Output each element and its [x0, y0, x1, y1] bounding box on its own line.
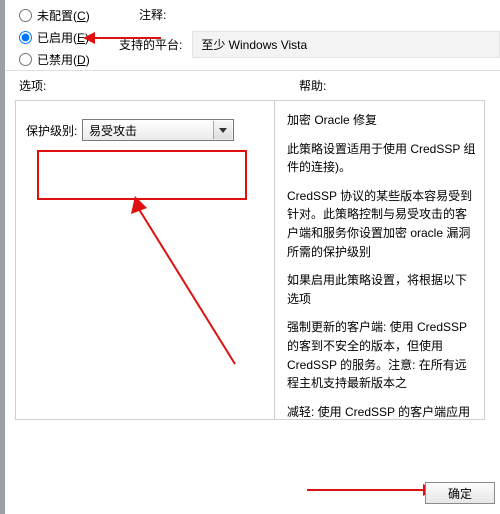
divider — [5, 70, 500, 71]
combo-dropdown-button[interactable] — [213, 121, 232, 139]
protection-level-label: 保护级别: — [26, 122, 82, 139]
radio-disabled-label: 已禁用(D) — [37, 51, 90, 68]
notes-row: 注释: — [139, 6, 500, 23]
help-p3: 如果启用此策略设置，将根据以下选项 — [287, 271, 478, 308]
help-panel: 加密 Oracle 修复 此策略设置适用于使用 CredSSP 组件的连接)。 … — [275, 100, 485, 420]
options-label: 选项: — [19, 77, 299, 94]
radio-enabled-input[interactable] — [19, 31, 32, 44]
platform-label: 支持的平台: — [119, 36, 182, 53]
protection-level-row: 保护级别: 易受攻击 — [26, 119, 264, 141]
help-p2: CredSSP 协议的某些版本容易受到针对。此策略控制与易受攻击的客户端和服务你… — [287, 187, 478, 261]
platform-row: 支持的平台: 至少 Windows Vista — [119, 31, 500, 58]
section-labels: 选项: 帮助: — [5, 77, 500, 100]
options-panel: 保护级别: 易受攻击 — [15, 100, 275, 420]
radio-not-configured-input[interactable] — [19, 9, 32, 22]
annotation-arrow-3 — [305, 480, 435, 500]
help-title: 加密 Oracle 修复 — [287, 111, 478, 130]
state-radio-group: 未配置(C) 已启用(E) 已禁用(D) 注释: 支持的平台: 至少 Windo… — [5, 0, 500, 64]
panels: 保护级别: 易受攻击 加密 Oracle 修复 此策略设置适用于使用 CredS… — [5, 100, 500, 420]
help-p4: 强制更新的客户端: 使用 CredSSP 的客到不安全的版本，但使用 CredS… — [287, 318, 478, 392]
notes-label: 注释: — [139, 6, 166, 23]
radio-disabled-input[interactable] — [19, 53, 32, 66]
chevron-down-icon — [219, 128, 227, 133]
help-label: 帮助: — [299, 77, 326, 94]
ok-button[interactable]: 确定 — [425, 482, 495, 504]
platform-value: 至少 Windows Vista — [192, 31, 500, 58]
policy-editor-dialog: 未配置(C) 已启用(E) 已禁用(D) 注释: 支持的平台: 至少 Windo… — [0, 0, 500, 514]
protection-level-value: 易受攻击 — [89, 122, 137, 139]
radio-enabled-label: 已启用(E) — [37, 29, 89, 46]
protection-level-combo[interactable]: 易受攻击 — [82, 119, 234, 141]
radio-not-configured-label: 未配置(C) — [37, 7, 90, 24]
help-p1: 此策略设置适用于使用 CredSSP 组件的连接)。 — [287, 140, 478, 177]
help-p5: 减轻: 使用 CredSSP 的客户端应用程序本，但使用 CredSSP 的服务… — [287, 403, 478, 420]
dialog-buttons: 确定 — [425, 482, 495, 504]
